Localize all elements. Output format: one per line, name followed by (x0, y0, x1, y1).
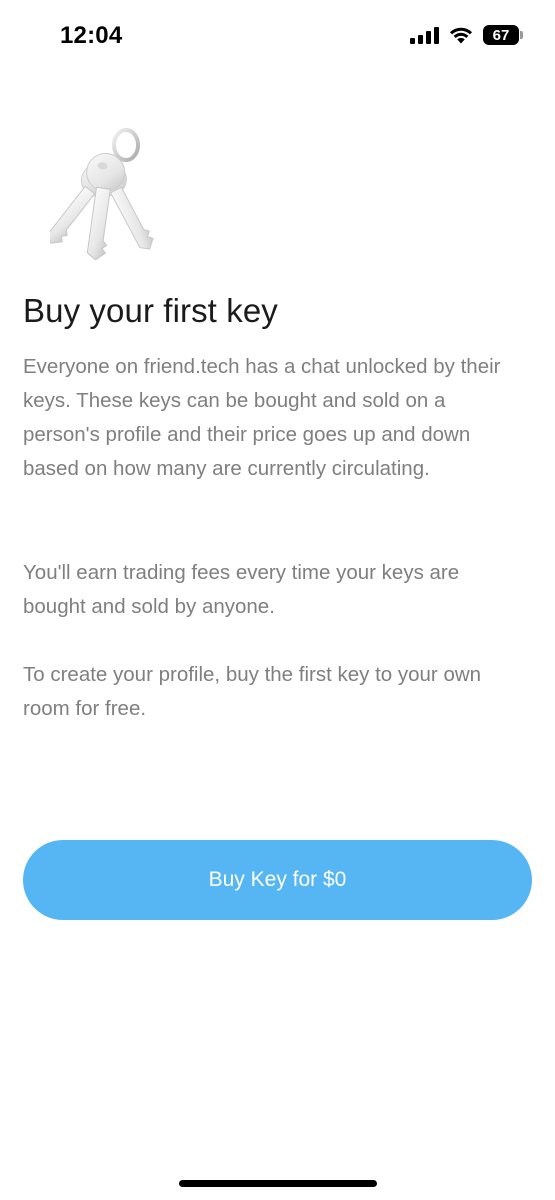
status-bar: 12:04 67 (0, 0, 555, 76)
buy-key-button[interactable]: Buy Key for $0 (23, 840, 532, 920)
fees-paragraph: You'll earn trading fees every time your… (23, 561, 460, 618)
battery-icon: 67 (483, 25, 523, 45)
wifi-icon (450, 27, 472, 44)
create-profile-paragraph: To create your profile, buy the first ke… (23, 663, 482, 720)
status-icons: 67 (410, 25, 523, 45)
onboarding-screen: 12:04 67 Buy your first key Everyone on … (0, 0, 555, 1200)
keys-icon (50, 128, 154, 260)
description-paragraph: Everyone on friend.tech has a chat unloc… (23, 355, 501, 480)
page-title: Buy your first key (23, 292, 278, 329)
home-indicator[interactable] (179, 1180, 377, 1187)
battery-level: 67 (492, 26, 510, 44)
signal-icon (410, 26, 439, 44)
status-time: 12:04 (60, 22, 123, 49)
